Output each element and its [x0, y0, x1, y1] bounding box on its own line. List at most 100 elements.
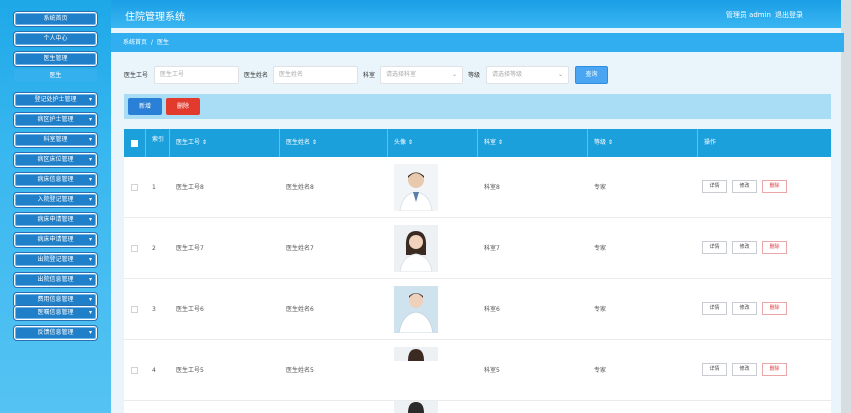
chevron-down-icon: ▾	[88, 216, 92, 223]
row-level: 专家	[594, 306, 607, 313]
level-label: 等级	[468, 72, 481, 79]
row-department: 科室6	[484, 306, 500, 313]
table-row: 4 医生工号5 医生姓名5 科室5 专家 详情 修改 删除	[124, 340, 831, 401]
doctor-name-label: 医生姓名	[244, 72, 269, 79]
action-bar: 新增 删除	[124, 94, 831, 119]
row-doctor-name: 医生姓名6	[286, 306, 314, 313]
department-label: 科室	[363, 72, 376, 79]
search-button[interactable]: 查询	[575, 66, 608, 84]
row-doctor-id: 医生工号8	[176, 184, 204, 191]
row-checkbox[interactable]	[131, 367, 138, 374]
sidebar-item-discharge-registration[interactable]: 出院登记管理 ▾	[14, 253, 97, 267]
row-level: 专家	[594, 245, 607, 252]
col-operation: 操作	[704, 139, 717, 146]
row-delete-button[interactable]: 删除	[762, 302, 787, 315]
breadcrumb-current: 医生	[157, 39, 170, 46]
sidebar-item-profile[interactable]: 个人中心	[14, 32, 97, 46]
doctor-id-label: 医生工号	[124, 72, 149, 79]
doctor-avatar	[394, 347, 438, 361]
sidebar-item-doctor-management[interactable]: 医生管理	[14, 52, 97, 66]
app-title: 住院管理系统	[125, 12, 185, 23]
chevron-down-icon: ▾	[88, 176, 92, 183]
chevron-down-icon: ▾	[88, 136, 92, 143]
doctor-id-input[interactable]: 医生工号	[154, 66, 239, 84]
detail-button[interactable]: 详情	[702, 241, 727, 254]
detail-button[interactable]: 详情	[702, 363, 727, 376]
col-department[interactable]: 科室 ⇕	[478, 129, 588, 157]
sidebar-item-bed-info[interactable]: 病床信息管理 ▾	[14, 173, 97, 187]
row-delete-button[interactable]: 删除	[762, 241, 787, 254]
level-select[interactable]: 请选择等级 ⌄	[486, 66, 569, 84]
table-row	[124, 401, 831, 413]
col-doctor-name[interactable]: 医生姓名 ⇕	[280, 129, 388, 157]
row-doctor-name: 医生姓名8	[286, 184, 314, 191]
detail-button[interactable]: 详情	[702, 302, 727, 315]
sidebar-item-discharge-info[interactable]: 出院信息管理 ▾	[14, 273, 97, 287]
add-button[interactable]: 新增	[128, 98, 162, 115]
row-department: 科室7	[484, 245, 500, 252]
select-all-cell	[124, 129, 146, 157]
table-row: 2 医生工号7 医生姓名7 科室7 专家 详情 修改 删除	[124, 218, 831, 279]
sidebar-item-order-info[interactable]: 医嘱信息管理 ▾	[14, 306, 97, 320]
breadcrumb-home[interactable]: 系统首页	[123, 39, 147, 46]
row-doctor-name: 医生姓名5	[286, 367, 314, 374]
sidebar-item-bed-application-2[interactable]: 病床申请管理 ▾	[14, 233, 97, 247]
detail-button[interactable]: 详情	[702, 180, 727, 193]
delete-button[interactable]: 删除	[166, 98, 200, 115]
chevron-down-icon: ▾	[88, 309, 92, 316]
sidebar-item-feedback[interactable]: 反馈信息管理 ▾	[14, 326, 97, 340]
doctor-avatar	[394, 225, 438, 272]
col-level[interactable]: 等级 ⇕	[588, 129, 698, 157]
row-doctor-id: 医生工号7	[176, 245, 204, 252]
edit-button[interactable]: 修改	[732, 241, 757, 254]
chevron-down-icon: ⌄	[557, 71, 563, 78]
row-delete-button[interactable]: 删除	[762, 363, 787, 376]
col-doctor-id[interactable]: 医生工号 ⇕	[170, 129, 280, 157]
logout-link[interactable]: 退出登录	[775, 10, 803, 20]
sidebar-item-ward-bed[interactable]: 病区床位管理 ▾	[14, 153, 97, 167]
breadcrumb: 系统首页 / 医生	[111, 33, 844, 52]
table-row: 3 医生工号6 医生姓名6 科室6 专家 详情 修改 删除	[124, 279, 831, 340]
sidebar-item-bed-application[interactable]: 病床申请管理 ▾	[14, 213, 97, 227]
table-row: 1 医生工号8 医生姓名8 科室8 专家 详情 修改 删除	[124, 157, 831, 218]
select-all-checkbox[interactable]	[131, 140, 138, 147]
chevron-down-icon: ▾	[88, 276, 92, 283]
row-doctor-id: 医生工号5	[176, 367, 204, 374]
doctor-avatar	[394, 286, 438, 333]
row-department: 科室5	[484, 367, 500, 374]
row-index: 4	[152, 367, 156, 374]
row-checkbox[interactable]	[131, 184, 138, 191]
row-level: 专家	[594, 367, 607, 374]
col-avatar[interactable]: 头像 ⇕	[388, 129, 478, 157]
sidebar-item-home[interactable]: 系统首页	[14, 12, 97, 26]
sidebar-item-admission[interactable]: 入院登记管理 ▾	[14, 193, 97, 207]
row-doctor-name: 医生姓名7	[286, 245, 314, 252]
breadcrumb-separator: /	[151, 39, 154, 46]
col-index: 索引	[146, 129, 170, 157]
sidebar-item-ward-nurse[interactable]: 病区护士管理 ▾	[14, 113, 97, 127]
chevron-down-icon: ⌄	[451, 71, 457, 78]
row-delete-button[interactable]: 删除	[762, 180, 787, 193]
department-select[interactable]: 请选择科室 ⌄	[380, 66, 463, 84]
sidebar-item-department[interactable]: 科室管理 ▾	[14, 133, 97, 147]
edit-button[interactable]: 修改	[732, 180, 757, 193]
chevron-down-icon: ▾	[88, 156, 92, 163]
row-checkbox[interactable]	[131, 306, 138, 313]
scrollbar-track[interactable]	[841, 0, 851, 413]
chevron-down-icon: ▾	[88, 256, 92, 263]
row-checkbox[interactable]	[131, 245, 138, 252]
row-department: 科室8	[484, 184, 500, 191]
chevron-down-icon: ▾	[88, 196, 92, 203]
doctor-name-input[interactable]: 医生姓名	[273, 66, 358, 84]
chevron-down-icon: ▾	[88, 296, 92, 303]
table-header: 索引 医生工号 ⇕ 医生姓名 ⇕ 头像 ⇕ 科室 ⇕ 等级 ⇕ 操作	[124, 129, 831, 157]
sidebar-subitem-doctor[interactable]: 医生	[14, 69, 97, 82]
top-header: 住院管理系统 管理员 admin 退出登录	[111, 0, 851, 413]
edit-button[interactable]: 修改	[732, 302, 757, 315]
edit-button[interactable]: 修改	[732, 363, 757, 376]
chevron-down-icon: ▾	[88, 116, 92, 123]
sidebar-item-registration-nurse[interactable]: 登记处护士管理 ▾	[14, 93, 97, 107]
row-doctor-id: 医生工号6	[176, 306, 204, 313]
sidebar-item-fee-info[interactable]: 费用信息管理 ▾	[14, 293, 97, 307]
sidebar: 系统首页 个人中心 医生管理 医生 登记处护士管理 ▾ 病区护士管理 ▾ 科室管理 ▾…	[0, 0, 111, 413]
